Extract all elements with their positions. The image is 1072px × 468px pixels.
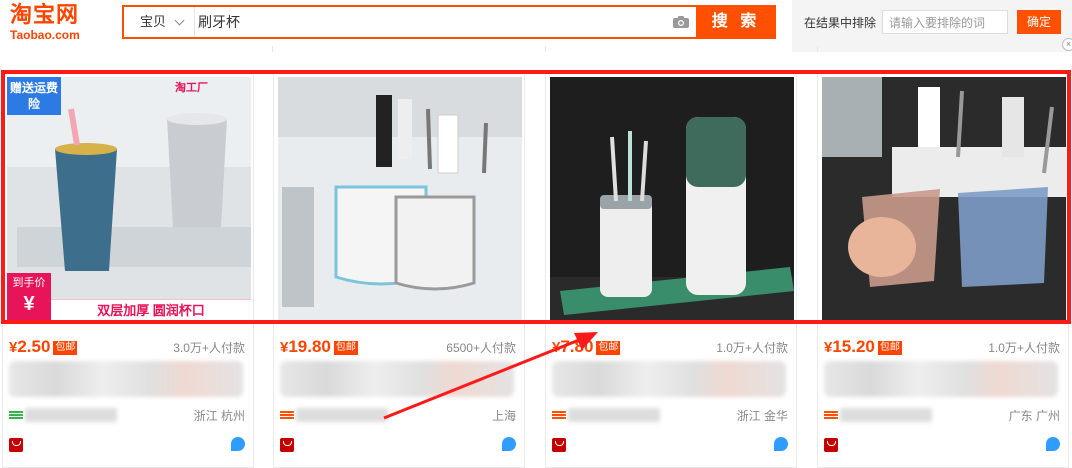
wangwang-chat-icon[interactable] [231,437,245,451]
tmall-icon[interactable] [824,438,838,452]
location: 浙江 金华 [736,409,788,423]
free-shipping-badge: 包邮 [53,341,78,355]
blurred-title[interactable] [280,361,514,397]
blurred-shop-name[interactable] [568,408,660,422]
search-box: 宝贝 搜 索 [122,5,776,39]
product-price: ¥2.50 包邮 [9,337,78,357]
search-scope-select[interactable]: 宝贝 [124,7,195,37]
shop-icon [9,411,23,419]
top-search-bar: 淘宝网 Taobao.com 宝贝 搜 索 在结果中排除 请输入要排除的词 确定… [0,0,1072,52]
price-value: 19.80 [288,337,331,356]
holder-photo [278,77,522,321]
location: 浙江 杭州 [193,409,245,423]
blurred-title[interactable] [552,361,786,397]
location: 上海 [491,409,516,423]
blurred-shop-name[interactable] [840,408,932,422]
travel-cup-photo [550,77,794,321]
blurred-title[interactable] [9,361,243,397]
search-input[interactable] [198,7,668,37]
tmall-icon[interactable] [9,438,23,452]
price-value: 7.80 [560,337,594,356]
promo-price-tag: 到手价 ¥ 2.5 [7,273,51,321]
product-image[interactable] [550,77,794,321]
product-card[interactable]: ¥7.80 包邮 1.0万+人付款 浙江 金华 [545,70,797,468]
exclude-label: 在结果中排除 [804,16,877,30]
sales-count: 1.0万+人付款 [988,341,1060,355]
column-divider [545,46,546,52]
taobao-logo[interactable]: 淘宝网 Taobao.com [10,4,108,44]
promo-brand-tag: 淘工厂 [175,82,208,94]
free-shipping-badge: 包邮 [877,341,902,355]
wall-holder-photo [822,77,1066,321]
blurred-shop-name[interactable] [25,408,117,422]
free-shipping-badge: 包邮 [596,341,621,355]
search-scope-label: 宝贝 [140,14,167,29]
free-shipping-badge: 包邮 [333,341,358,355]
product-card[interactable]: ¥19.80 包邮 6500+人付款 上海 [273,70,525,468]
promo-free-insurance: 赠送运费险 [7,77,61,115]
blurred-title[interactable] [824,361,1058,397]
tmall-icon[interactable] [280,438,294,452]
product-price: ¥19.80 包邮 [280,337,358,357]
price-value: 15.20 [832,337,875,356]
search-button[interactable]: 搜 索 [696,5,776,39]
logo-english: Taobao.com [10,28,80,42]
promo-price-value: ¥ 2.5 [15,293,43,321]
chevron-down-icon [174,15,185,26]
wangwang-chat-icon[interactable] [502,437,516,451]
sales-count: 6500+人付款 [446,341,516,355]
promo-price-label: 到手价 [12,277,46,289]
wangwang-chat-icon[interactable] [1046,437,1060,451]
product-image[interactable] [278,77,522,321]
camera-icon[interactable] [672,15,690,29]
tmall-icon[interactable] [552,438,566,452]
logo-chinese: 淘宝网 [10,3,80,28]
location: 广东 广州 [1008,409,1060,423]
exclude-confirm-button[interactable]: 确定 [1017,10,1061,34]
promo-slogan: 双层加厚 圆润杯口 [51,299,251,321]
shop-icon [280,411,294,419]
product-image[interactable] [822,77,1066,321]
price-value: 2.50 [17,337,51,356]
product-price: ¥7.80 包邮 [552,337,621,357]
column-divider [272,46,273,52]
blurred-shop-name[interactable] [296,408,388,422]
sales-count: 1.0万+人付款 [716,341,788,355]
column-divider [817,46,818,52]
product-card[interactable]: 赠送运费险 淘工厂 到手价 ¥ 2.5 双层加厚 圆润杯口 ¥2.50包邮 3.… [2,70,254,468]
shop-icon [824,411,838,419]
product-image[interactable]: 赠送运费险 淘工厂 到手价 ¥ 2.5 双层加厚 圆润杯口 [7,77,251,321]
close-icon[interactable]: × [1062,38,1072,51]
wangwang-chat-icon[interactable] [774,437,788,451]
product-card[interactable]: ¥15.20 包邮 1.0万+人付款 广东 广州 [817,70,1069,468]
product-price: ¥15.20 包邮 [824,337,902,357]
shop-icon [552,411,566,419]
exclude-input[interactable]: 请输入要排除的词 [882,10,1008,34]
sales-count: 3.0万+人付款 [173,341,245,355]
exclude-filter-panel: 在结果中排除 请输入要排除的词 确定 [792,0,1072,52]
